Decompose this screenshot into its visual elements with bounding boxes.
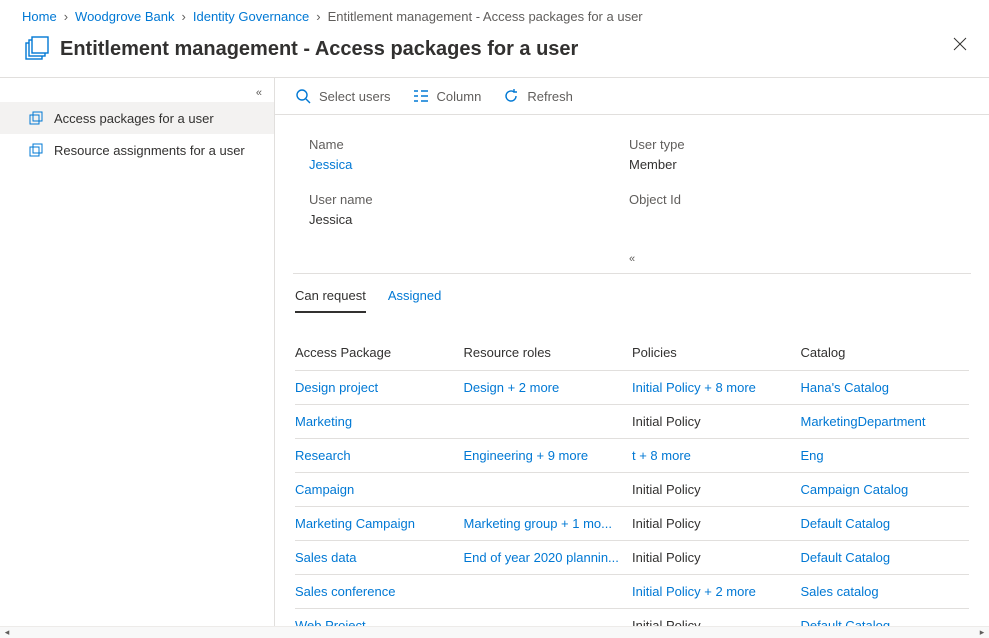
crumb-home[interactable]: Home: [22, 9, 57, 24]
chevron-right-icon: ›: [182, 9, 186, 24]
catalog-link[interactable]: MarketingDepartment: [801, 414, 926, 429]
user-info-panel: Name Jessica User type Member User name …: [275, 115, 989, 249]
table-row[interactable]: Marketing Campaign Marketing group + 1 mo…: [295, 507, 969, 541]
sidebar-item-label: Access packages for a user: [54, 111, 214, 126]
policies-value: Initial Policy: [632, 516, 701, 531]
scroll-left-arrow[interactable]: ◂: [0, 627, 14, 638]
access-package-link[interactable]: Campaign: [295, 482, 354, 497]
toolbar: Select users Column: [275, 78, 989, 115]
table-row[interactable]: Sales conference Initial Policy + 2 more S…: [295, 575, 969, 609]
packages-icon: [28, 142, 44, 158]
breadcrumb: Home › Woodgrove Bank › Identity Governa…: [0, 0, 989, 33]
refresh-icon: [503, 88, 519, 104]
packages-icon: [22, 35, 50, 63]
table-row[interactable]: Research Engineering + 9 more t + 8 more En…: [295, 439, 969, 473]
crumb-identity-governance[interactable]: Identity Governance: [193, 9, 309, 24]
columns-icon: [413, 88, 429, 104]
table-row[interactable]: Marketing Initial Policy MarketingDepartme…: [295, 405, 969, 439]
tool-label: Refresh: [527, 89, 573, 104]
sidebar-item-label: Resource assignments for a user: [54, 143, 245, 158]
sidebar: « Access packages for a user Resource as…: [0, 78, 275, 631]
th-catalog[interactable]: Catalog: [801, 337, 970, 371]
catalog-link[interactable]: Eng: [801, 448, 824, 463]
table-row[interactable]: Campaign Initial Policy Campaign Catalog: [295, 473, 969, 507]
column-button[interactable]: Column: [413, 88, 482, 104]
access-package-link[interactable]: Marketing: [295, 414, 352, 429]
policies-value[interactable]: Initial Policy + 2 more: [632, 584, 756, 599]
access-package-link[interactable]: Sales conference: [295, 584, 395, 599]
name-label: Name: [309, 137, 629, 152]
catalog-link[interactable]: Campaign Catalog: [801, 482, 909, 497]
policies-value: Initial Policy: [632, 414, 701, 429]
access-packages-table: Access Package Resource roles Policies C…: [295, 337, 969, 631]
tab-can-request[interactable]: Can request: [295, 288, 366, 313]
page-title: Entitlement management - Access packages…: [60, 38, 578, 61]
catalog-link[interactable]: Default Catalog: [801, 516, 891, 531]
usertype-value: Member: [629, 157, 969, 172]
tool-label: Select users: [319, 89, 391, 104]
catalog-link[interactable]: Sales catalog: [801, 584, 879, 599]
username-label: User name: [309, 192, 629, 207]
resource-roles-value[interactable]: Engineering + 9 more: [464, 448, 589, 463]
name-value[interactable]: Jessica: [309, 157, 629, 172]
resource-roles-value[interactable]: Design + 2 more: [464, 380, 560, 395]
horizontal-scrollbar[interactable]: ◂ ▸: [0, 626, 989, 638]
collapse-userinfo-button[interactable]: «: [293, 249, 971, 274]
resource-roles-value[interactable]: End of year 2020 plannin...: [464, 550, 619, 565]
collapse-sidebar-button[interactable]: «: [0, 84, 274, 102]
th-access-package[interactable]: Access Package: [295, 337, 464, 371]
policies-value[interactable]: Initial Policy + 8 more: [632, 380, 756, 395]
main-content: Select users Column: [275, 78, 989, 631]
access-package-link[interactable]: Design project: [295, 380, 378, 395]
th-policies[interactable]: Policies: [632, 337, 801, 371]
titlebar: Entitlement management - Access packages…: [0, 33, 989, 78]
objectid-label: Object Id: [629, 192, 969, 207]
refresh-button[interactable]: Refresh: [503, 88, 573, 104]
tab-assigned[interactable]: Assigned: [388, 288, 441, 313]
access-package-link[interactable]: Research: [295, 448, 351, 463]
scroll-right-arrow[interactable]: ▸: [975, 627, 989, 638]
resource-roles-value[interactable]: Marketing group + 1 mo...: [464, 516, 613, 531]
usertype-label: User type: [629, 137, 969, 152]
th-resource-roles[interactable]: Resource roles: [464, 337, 633, 371]
search-icon: [295, 88, 311, 104]
sidebar-item-resource-assignments[interactable]: Resource assignments for a user: [0, 134, 274, 166]
sidebar-item-access-packages[interactable]: Access packages for a user: [0, 102, 274, 134]
close-button[interactable]: [953, 37, 971, 55]
policies-value[interactable]: t + 8 more: [632, 448, 691, 463]
access-package-link[interactable]: Marketing Campaign: [295, 516, 415, 531]
table-row[interactable]: Sales data End of year 2020 plannin... Ini…: [295, 541, 969, 575]
access-package-link[interactable]: Sales data: [295, 550, 356, 565]
select-users-button[interactable]: Select users: [295, 88, 391, 104]
catalog-link[interactable]: Hana's Catalog: [801, 380, 889, 395]
policies-value: Initial Policy: [632, 550, 701, 565]
policies-value: Initial Policy: [632, 482, 701, 497]
tool-label: Column: [437, 89, 482, 104]
tabs: Can request Assigned: [275, 274, 989, 313]
crumb-woodgrove[interactable]: Woodgrove Bank: [75, 9, 175, 24]
crumb-current: Entitlement management - Access packages…: [328, 9, 643, 24]
packages-icon: [28, 110, 44, 126]
catalog-link[interactable]: Default Catalog: [801, 550, 891, 565]
chevron-right-icon: ›: [64, 9, 68, 24]
table-row[interactable]: Design project Design + 2 more Initial Pol…: [295, 371, 969, 405]
chevron-right-icon: ›: [316, 9, 320, 24]
username-value: Jessica: [309, 212, 629, 227]
